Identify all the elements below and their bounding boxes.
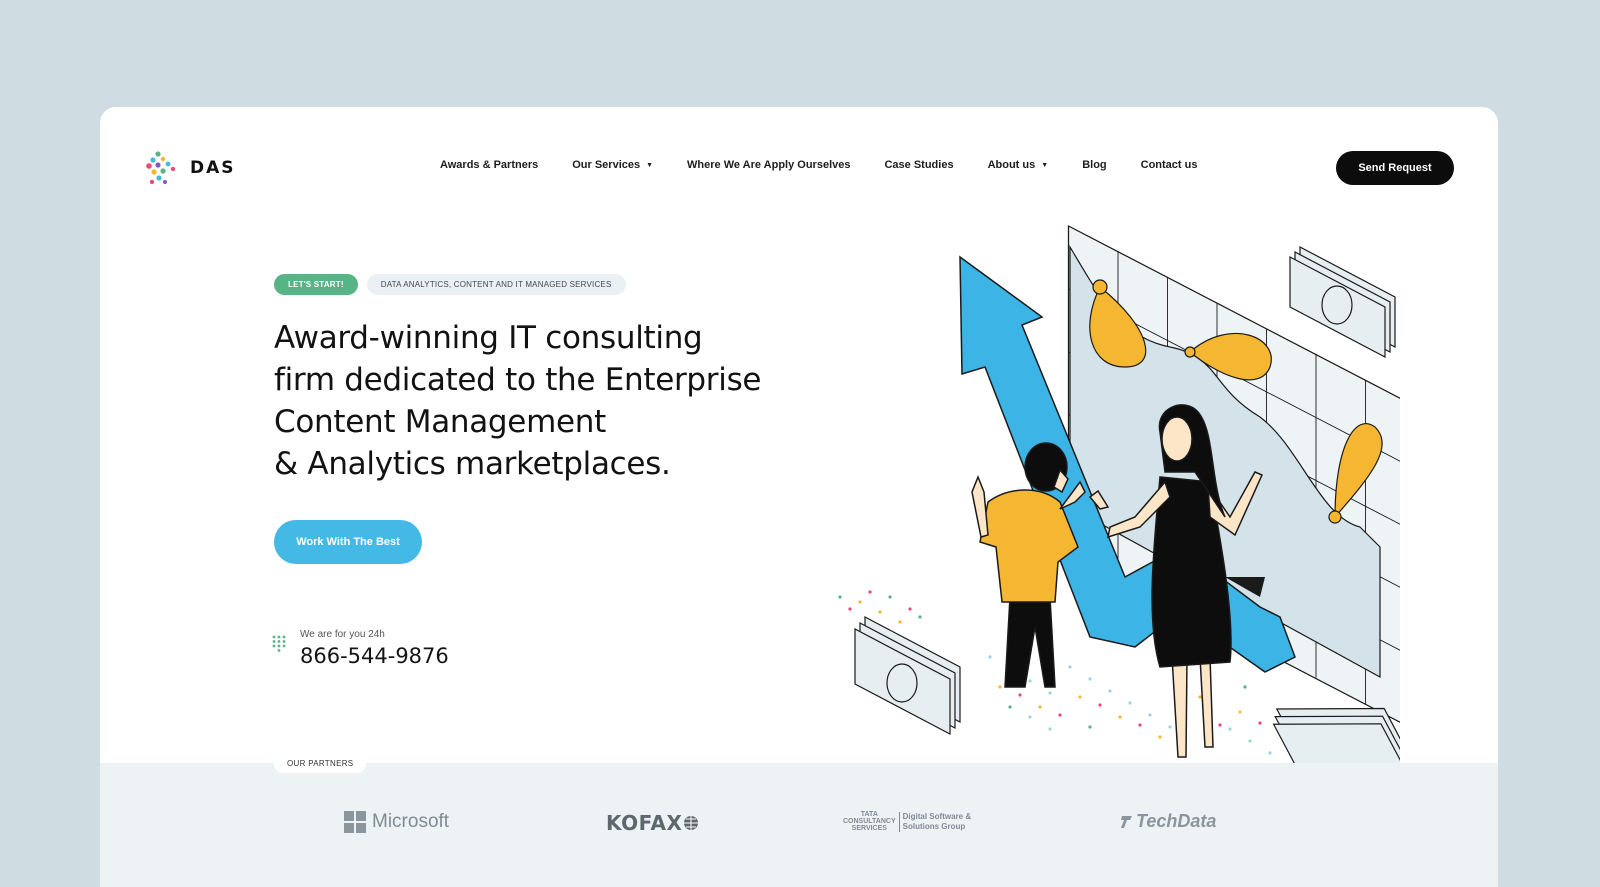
contact-label: We are for you 24h <box>300 629 385 640</box>
partners-section: OUR PARTNERS Microsoft KOFAX TATA CONSUL… <box>100 755 1498 887</box>
headline-line: Award-winning IT consulting <box>274 320 703 356</box>
kofax-globe-icon <box>684 816 699 830</box>
tcs-text: Digital Software & <box>902 811 972 821</box>
tcs-logo-left: TATA CONSULTANCY SERVICES <box>843 811 896 832</box>
nav-item-where-we-apply[interactable]: Where We Are Apply Ourselves <box>687 159 850 171</box>
partner-kofax[interactable]: KOFAX <box>606 811 699 835</box>
dropdown-caret-icon: ▼ <box>1041 161 1049 169</box>
dropdown-caret-icon: ▼ <box>646 161 654 169</box>
partner-tcs[interactable]: TATA CONSULTANCY SERVICES Digital Softwa… <box>843 811 971 832</box>
headline-line: & Analytics marketplaces. <box>274 446 671 482</box>
microsoft-windows-icon <box>344 811 366 833</box>
microsoft-logo-text: Microsoft <box>372 811 450 832</box>
nav-label: Case Studies <box>884 159 954 171</box>
partner-microsoft[interactable]: Microsoft <box>344 811 449 833</box>
nav-label: About us <box>987 159 1036 171</box>
hero-headline: Award-winning IT consulting firm dedicat… <box>274 317 794 485</box>
contact-block: We are for you 24h 866-544-9876 <box>272 627 449 668</box>
nav-item-contact-us[interactable]: Contact us <box>1141 159 1198 171</box>
tcs-logo-right: Digital Software & Solutions Group <box>898 811 972 832</box>
partner-techdata[interactable]: TechData <box>1120 811 1216 832</box>
logo-mark-icon <box>146 151 176 185</box>
nav-label: Awards & Partners <box>440 159 539 171</box>
nav-label: Blog <box>1082 159 1107 171</box>
services-badge: DATA ANALYTICS, CONTENT AND IT MANAGED S… <box>366 274 626 295</box>
send-request-button[interactable]: Send Request <box>1336 151 1454 185</box>
tcs-text: SERVICES <box>851 825 887 832</box>
techdata-mark-icon <box>1121 815 1132 828</box>
headline-line: firm dedicated to the Enterprise <box>274 362 762 398</box>
techdata-logo-text: TechData <box>1136 811 1217 831</box>
hero-illustration <box>838 224 1400 774</box>
tcs-text: CONSULTANCY <box>843 818 896 825</box>
nav-item-case-studies[interactable]: Case Studies <box>884 159 953 171</box>
brand-logo[interactable]: DAS <box>144 149 236 187</box>
work-with-the-best-button[interactable]: Work With The Best <box>274 520 422 564</box>
headline-line: Content Management <box>274 404 606 440</box>
nav-item-our-services[interactable]: Our Services ▼ <box>572 159 653 171</box>
page-card: DAS Awards & Partners Our Services ▼ Wher… <box>100 107 1498 887</box>
nav-item-awards-partners[interactable]: Awards & Partners <box>440 159 538 171</box>
main-nav: Awards & Partners Our Services ▼ Where We… <box>440 159 1197 171</box>
kofax-logo-text: KOFAX <box>606 811 683 835</box>
phone-keypad-icon <box>272 635 286 652</box>
nav-label: Where We Are Apply Ourselves <box>687 159 851 171</box>
nav-label: Our Services <box>572 159 641 171</box>
brand-name: DAS <box>190 158 236 178</box>
hero-tags: LET'S START! DATA ANALYTICS, CONTENT AND… <box>274 274 626 295</box>
lets-start-badge: LET'S START! <box>274 274 358 295</box>
nav-label: Contact us <box>1140 159 1198 171</box>
tcs-text: TATA <box>860 811 878 818</box>
phone-number[interactable]: 866-544-9876 <box>300 644 449 668</box>
nav-item-blog[interactable]: Blog <box>1082 159 1106 171</box>
partners-label: OUR PARTNERS <box>274 755 367 773</box>
nav-item-about-us[interactable]: About us ▼ <box>988 159 1049 171</box>
tcs-text: Solutions Group <box>902 821 966 831</box>
money-stack-top <box>1289 246 1396 358</box>
money-stack-left <box>854 616 961 735</box>
